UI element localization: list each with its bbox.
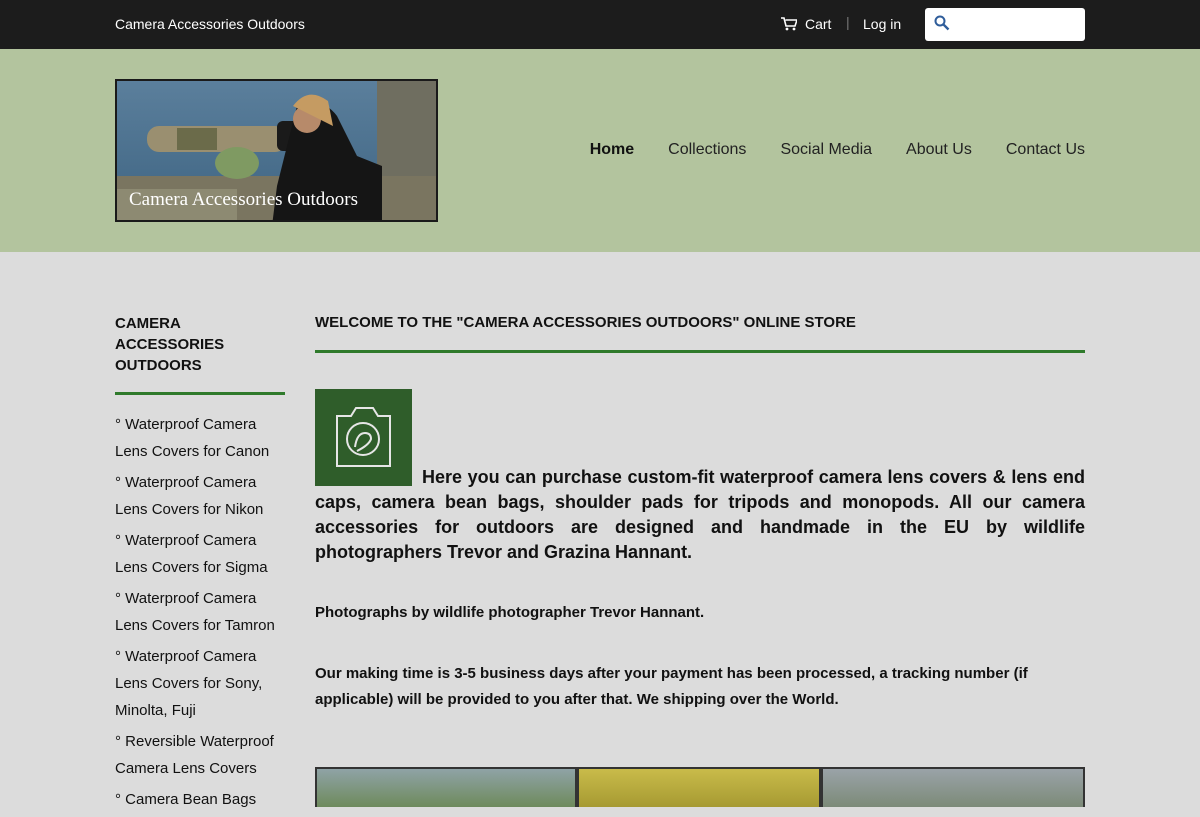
nav-social-media[interactable]: Social Media <box>780 141 872 159</box>
logo-photo: Camera Accessories Outdoors <box>117 81 436 220</box>
main-content: WELCOME TO THE "CAMERA ACCESSORIES OUTDO… <box>315 313 1085 807</box>
photo-strip <box>315 767 1085 807</box>
cart-link[interactable]: Cart <box>781 16 831 32</box>
login-link[interactable]: Log in <box>863 16 901 32</box>
nav-contact-us[interactable]: Contact Us <box>1006 141 1085 159</box>
sidebar-list: ° Waterproof Camera Lens Covers for Cano… <box>115 411 285 813</box>
sidebar-item-nikon[interactable]: ° Waterproof Camera Lens Covers for Niko… <box>115 469 285 523</box>
sidebar-item-reversible[interactable]: ° Reversible Waterproof Camera Lens Cove… <box>115 728 285 782</box>
sidebar-item-tamron[interactable]: ° Waterproof Camera Lens Covers for Tamr… <box>115 585 285 639</box>
sidebar-item-sony[interactable]: ° Waterproof Camera Lens Covers for Sony… <box>115 643 285 724</box>
gallery-photo[interactable] <box>821 767 1085 807</box>
store-name-link[interactable]: Camera Accessories Outdoors <box>115 16 305 32</box>
shipping-info: Our making time is 3-5 business days aft… <box>315 665 1028 708</box>
search-box <box>925 8 1085 41</box>
nav-about-us[interactable]: About Us <box>906 141 972 159</box>
nav-collections[interactable]: Collections <box>668 141 746 159</box>
gallery-photo[interactable] <box>577 767 821 807</box>
search-input[interactable] <box>959 14 1081 36</box>
gallery-photo[interactable] <box>315 767 577 807</box>
sidebar-item-canon[interactable]: ° Waterproof Camera Lens Covers for Cano… <box>115 411 285 465</box>
sidebar-divider <box>115 392 285 395</box>
cart-label: Cart <box>805 16 832 32</box>
intro-paragraph: Here you can purchase custom-fit waterpr… <box>315 389 1085 565</box>
sidebar-title: CAMERA ACCESSORIES OUTDOORS <box>115 315 225 374</box>
topbar-separator: | <box>846 14 850 30</box>
search-icon[interactable] <box>934 15 950 31</box>
page-title: WELCOME TO THE "CAMERA ACCESSORIES OUTDO… <box>315 314 856 331</box>
sidebar: CAMERA ACCESSORIES OUTDOORS ° Waterproof… <box>115 313 285 817</box>
intro-text: Here you can purchase custom-fit waterpr… <box>315 467 1085 562</box>
top-bar: Camera Accessories Outdoors Cart | Log i… <box>0 0 1200 49</box>
title-divider <box>315 350 1085 353</box>
nav-home[interactable]: Home <box>590 141 634 159</box>
photo-credit: Photographs by wildlife photographer Tre… <box>315 604 705 621</box>
camera-bird-logo-icon <box>315 389 412 486</box>
cart-icon <box>781 17 797 31</box>
site-logo[interactable]: Camera Accessories Outdoors <box>115 79 438 222</box>
main-nav: Home Collections Social Media About Us C… <box>556 141 1085 159</box>
logo-text: Camera Accessories Outdoors <box>129 189 358 210</box>
sidebar-item-sigma[interactable]: ° Waterproof Camera Lens Covers for Sigm… <box>115 527 285 581</box>
site-header: Camera Accessories Outdoors Home Collect… <box>0 49 1200 252</box>
